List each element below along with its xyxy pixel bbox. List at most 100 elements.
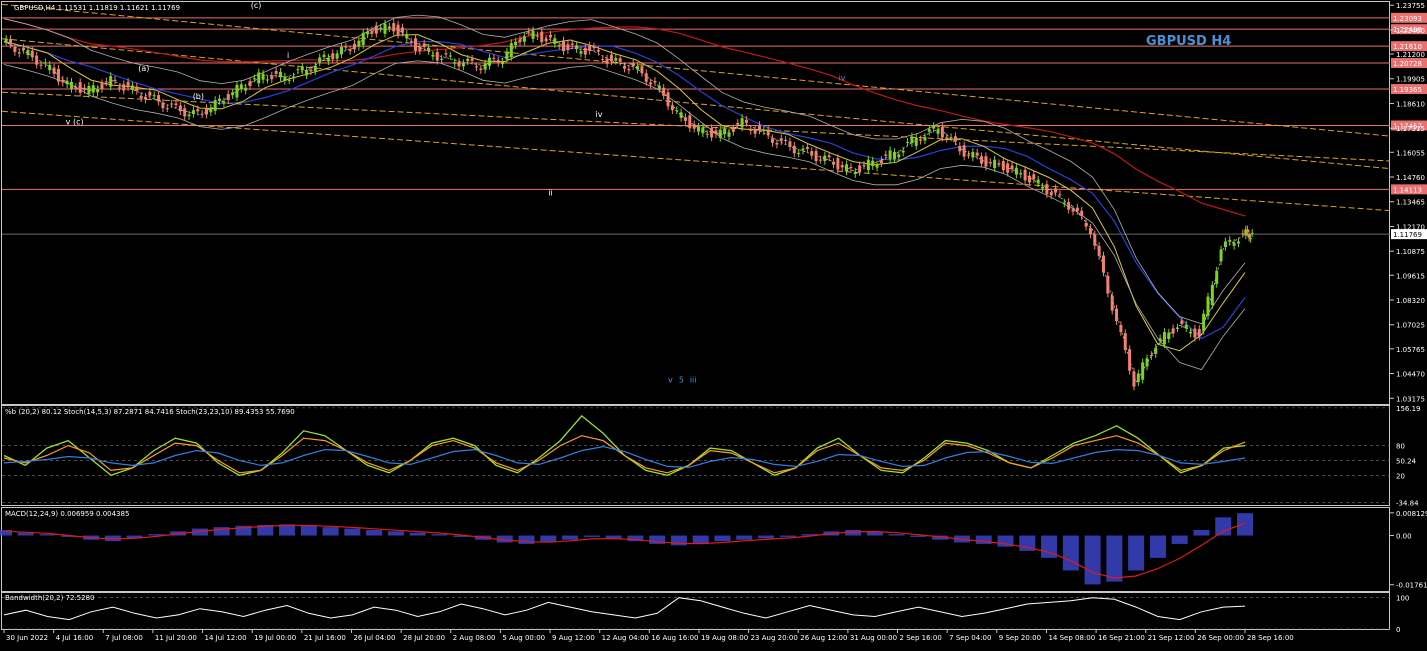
price-tick-label: 1.16055	[1396, 149, 1425, 157]
price-tick-label: 1.04470	[1396, 371, 1425, 379]
candle-body	[96, 89, 100, 93]
chart-window: 1.23093 1.22499 1.21610 1.20728 1.19365 1.174…	[0, 0, 1427, 647]
candle-body	[218, 98, 222, 101]
candle-body	[518, 39, 522, 43]
macd-histogram-bar	[888, 534, 905, 536]
candle-body	[832, 161, 836, 165]
candle-body	[609, 54, 613, 62]
candle-body	[204, 108, 208, 115]
candle-body	[548, 34, 552, 38]
candle-body	[914, 137, 918, 146]
candle-body	[496, 60, 500, 63]
candle-body	[13, 47, 17, 52]
candle-body	[470, 58, 474, 61]
candle-body	[1027, 175, 1031, 183]
candle-body	[927, 129, 931, 132]
time-tick-label: 9 Aug 12:00	[552, 634, 595, 642]
candle-body	[679, 112, 683, 118]
candle-body	[43, 62, 47, 64]
candle-body	[144, 96, 148, 100]
candle-body	[509, 43, 513, 58]
candle-body	[265, 79, 269, 81]
time-tick-label: 26 Aug 12:00	[800, 634, 847, 642]
candle-body	[152, 95, 156, 97]
candle-body	[405, 34, 409, 39]
candle-body	[257, 72, 261, 84]
price-panel-frame	[1, 1, 1390, 405]
bandwidth-tick-label: 100	[1396, 595, 1409, 603]
candle-body	[675, 110, 679, 112]
candle-body	[170, 103, 174, 105]
wave-annotations: (c)(a)(b)v (c)iiiivivv 5 iii	[66, 1, 846, 384]
time-tick-label: 16 Aug 16:00	[651, 634, 698, 642]
price-tick-label: 1.18610	[1396, 100, 1425, 108]
macd-panel-frame	[1, 507, 1390, 592]
candle-body	[366, 31, 370, 35]
time-tick-label: 7 Sep 04:00	[949, 634, 991, 642]
candle-body	[757, 125, 761, 131]
candle-body	[65, 80, 69, 85]
macd-histogram-bar	[1215, 517, 1232, 536]
stoch-series-line	[3, 445, 1246, 469]
candle-body	[566, 44, 570, 51]
price-tick-label: 1.17315	[1396, 125, 1425, 133]
wave-label: (c)	[251, 1, 262, 10]
candle-body	[1223, 241, 1227, 248]
time-tick-label: 26 Sep 00:00	[1197, 634, 1244, 642]
macd-histogram-bar	[518, 535, 535, 544]
candle-body	[501, 61, 505, 65]
candle-body	[392, 23, 396, 32]
candle-body	[801, 148, 805, 151]
candle-body	[122, 84, 126, 91]
candle-body	[714, 130, 718, 135]
bandwidth-header: Bandwidth(20,2) 72.5280	[5, 594, 95, 602]
time-tick-label: 9 Sep 20:00	[999, 634, 1041, 642]
candle-body	[331, 53, 335, 60]
price-tick-label: 1.07025	[1396, 322, 1425, 330]
candle-body	[492, 57, 496, 59]
candle-body	[683, 117, 687, 121]
candle-body	[1162, 332, 1166, 345]
candle-body	[174, 103, 178, 106]
candle-body	[875, 164, 879, 168]
candle-body	[1215, 270, 1219, 284]
macd-histogram-bar	[583, 535, 600, 537]
candle-body	[287, 79, 291, 81]
candle-body	[1058, 194, 1062, 196]
candle-body	[9, 38, 13, 45]
ma-slow	[3, 18, 1246, 217]
candle-body	[592, 46, 596, 49]
candle-body	[897, 154, 901, 158]
candle-body	[1023, 169, 1027, 181]
macd-histogram-bar	[975, 535, 992, 544]
candle-body	[766, 129, 770, 136]
candle-body	[884, 154, 888, 156]
candle-body	[474, 66, 478, 68]
candle-body	[165, 108, 169, 110]
candle-body	[1054, 188, 1058, 193]
candle-body	[26, 50, 30, 56]
candle-body	[1158, 338, 1162, 342]
candle-body	[753, 129, 757, 134]
candle-body	[779, 138, 783, 142]
wave-label: v	[668, 376, 673, 385]
candle-body	[348, 49, 352, 51]
macd-histogram-bar	[322, 527, 339, 536]
candle-body	[1136, 373, 1140, 383]
candle-body	[583, 47, 587, 55]
candle-body	[649, 82, 653, 85]
candle-body	[100, 83, 104, 90]
candle-body	[109, 76, 113, 87]
candle-body	[862, 164, 866, 166]
candle-body	[644, 73, 648, 82]
candle-body	[488, 57, 492, 66]
candle-body	[279, 71, 283, 78]
candle-body	[1067, 202, 1071, 210]
candle-body	[505, 51, 509, 60]
candle-body	[74, 87, 78, 89]
candle-body	[1167, 332, 1171, 339]
candle-body	[688, 115, 692, 129]
candle-body	[148, 91, 152, 96]
bandwidth-tick-label: 0	[1396, 626, 1400, 634]
wave-label: iv	[839, 74, 846, 83]
